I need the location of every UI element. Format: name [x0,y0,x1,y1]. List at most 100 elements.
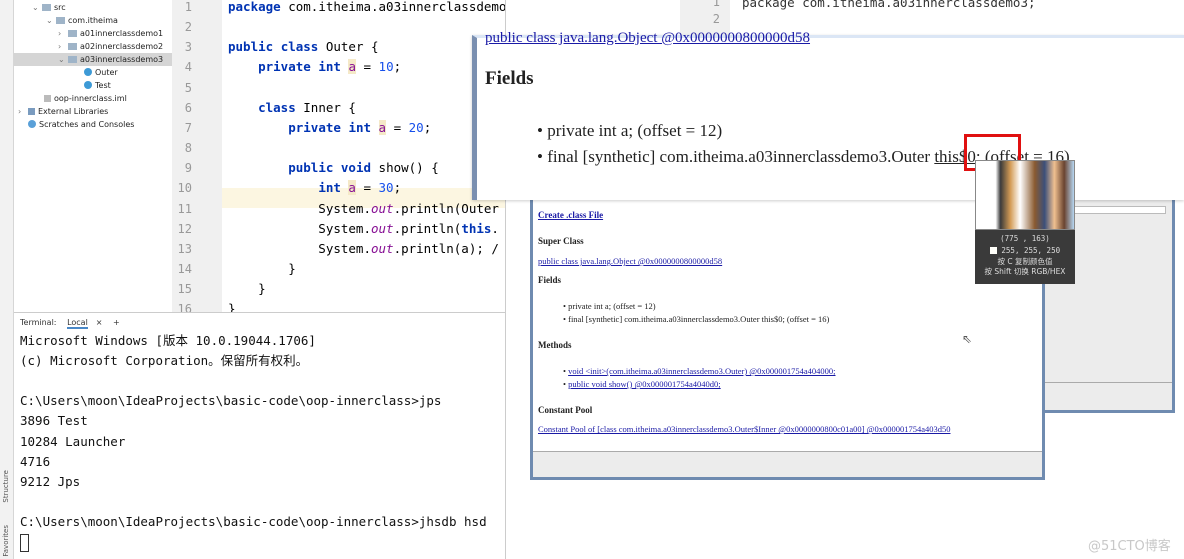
package-icon [68,30,77,37]
code-line: public void show() { [288,160,439,176]
libraries-icon [28,108,35,115]
module-file-icon [44,95,51,102]
terminal-line: C:\Users\moon\IdeaProjects\basic-code\oo… [20,393,442,409]
object-link[interactable]: public class java.lang.Object @0x0000000… [485,30,810,46]
line-number: 3 [184,40,192,55]
line-number: 5 [184,80,192,95]
add-terminal-button[interactable]: + [113,318,120,327]
code-line: System.out.println(a); / [228,240,499,256]
code-line: package com.itheima.a03innerclassdemo3; [228,0,512,14]
line-number: 2 [712,12,720,26]
scratches-icon [28,120,36,128]
tree-item-a02[interactable]: › a02innerclassdemo2 [58,40,163,53]
line-number: 7 [184,120,192,135]
terminal-cursor [20,533,29,552]
line-number: 13 [177,241,192,256]
code-line: } [228,301,236,312]
code-line: class Inner { [258,99,356,115]
package-icon [68,56,77,63]
code-line: private int a = 20; [288,119,432,135]
chevron-down-icon: ⌄ [46,16,53,25]
picker-hint-copy: 按 C 复制颜色值 [997,257,1053,266]
line-number: 9 [184,161,192,176]
field-item: private int a; (offset = 12) [547,121,723,140]
terminal-line: 3896 Test [20,413,88,429]
terminal-label: Terminal: [20,318,57,327]
terminal-line: C:\Users\moon\IdeaProjects\basic-code\oo… [20,513,487,529]
chevron-down-icon: ⌄ [58,55,65,64]
tree-item-a01[interactable]: › a01innerclassdemo1 [58,27,163,40]
code-line: } [228,260,296,276]
package-icon [56,17,65,24]
field-item: final [synthetic] com.itheima.a03innercl… [568,314,830,324]
terminal-line: 9212 Jps [20,473,81,489]
line-number: 8 [184,141,192,156]
create-class-file-link[interactable]: Create .class File [538,210,603,220]
line-number: 6 [184,100,192,115]
package-icon [68,43,77,50]
line-number: 1 [184,0,192,14]
field-item: private int a; (offset = 12) [568,301,656,311]
code-line: package com.itheima.a03innerclassdemo3; [742,0,1036,10]
favorites-tab[interactable]: Favorites [2,525,10,557]
code-line: System.out.println(Outer [228,200,499,216]
terminal-line: (c) Microsoft Corporation。保留所有权利。 [20,353,309,369]
left-tool-strip: Structure Favorites [0,0,14,559]
color-picker-tooltip: (775 , 163) 255, 255, 250 按 C 复制颜色值 按 Sh… [975,160,1075,284]
folder-icon [42,4,51,11]
code-editor[interactable]: package com.itheima.a03innerclassdemo3; p… [222,0,512,312]
tree-item-package[interactable]: ⌄ com.itheima [46,14,118,27]
project-tree: ⌄ src ⌄ com.itheima › a01innerclassdemo1 › a… [14,0,172,312]
line-number: 11 [177,201,192,216]
picker-hint-switch: 按 Shift 切换 RGB/HEX [984,267,1066,276]
code-line: private int a = 10; [258,59,402,75]
tree-item-scratches[interactable]: Scratches and Consoles [28,118,134,131]
fields-heading: Fields [485,68,534,89]
dialog-footer [533,451,1042,477]
methods-heading: Methods [538,340,572,350]
watermark: @51CTO博客 [1088,539,1171,554]
code-line: System.out.println(this. [228,220,499,236]
super-class-heading: Super Class [538,236,584,246]
terminal-tab-local[interactable]: Local [67,318,88,329]
tree-item-test[interactable]: Test [84,79,111,92]
color-swatch [989,247,997,254]
picker-coords: (775 , 163) [1000,234,1050,243]
line-number: 12 [177,221,192,236]
tree-item-outer[interactable]: Outer [84,66,118,79]
method-link[interactable]: void <init>(com.itheima.a03innerclassdem… [568,366,835,376]
line-number: 2 [184,20,192,35]
line-number: 15 [177,282,192,297]
terminal-header: Terminal: Local × + [14,313,514,331]
chevron-right-icon: › [58,29,62,38]
code-line: } [228,281,266,297]
field-item: final [synthetic] com.itheima.a03innercl… [547,147,935,166]
line-number-gutter: 1 2 3 4 5 6 7 8 9 10 11 12 13 14 15 16 [172,0,222,316]
code-line: int a = 30; [318,180,402,196]
method-link[interactable]: public void show() @0x000001754a4040d0; [568,379,721,389]
line-number: 14 [177,261,192,276]
picker-rgb: 255, 255, 250 [1001,246,1061,255]
tree-item-external-libraries[interactable]: › External Libraries [18,105,108,118]
class-run-icon [84,81,92,89]
super-class-link[interactable]: public class java.lang.Object @0x0000000… [538,256,722,266]
magnifier-preview [975,160,1075,230]
line-number: 10 [177,181,192,196]
chevron-right-icon: › [18,107,22,116]
chevron-down-icon: ⌄ [32,3,39,12]
code-line: public class Outer { [228,39,379,55]
line-number: 4 [184,60,192,75]
tree-item-a03[interactable]: ⌄ a03innerclassdemo3 [14,53,172,66]
chevron-right-icon: › [58,42,62,51]
terminal-line: Microsoft Windows [版本 10.0.19044.1706] [20,333,316,348]
class-icon [84,68,92,76]
mouse-cursor-icon: ⇖ [962,332,973,346]
tree-item-iml[interactable]: oop-innerclass.iml [44,92,127,105]
fields-heading: Fields [538,275,562,285]
tree-item-src[interactable]: ⌄ src [32,1,66,14]
close-icon[interactable]: × [96,318,103,327]
constant-pool-link[interactable]: Constant Pool of [class com.itheima.a03i… [538,424,950,434]
terminal-panel[interactable]: Terminal: Local × + Microsoft Windows [版本… [14,312,514,559]
magnified-view: public class java.lang.Object @0x0000000… [472,30,1184,200]
structure-tab[interactable]: Structure [2,470,10,503]
